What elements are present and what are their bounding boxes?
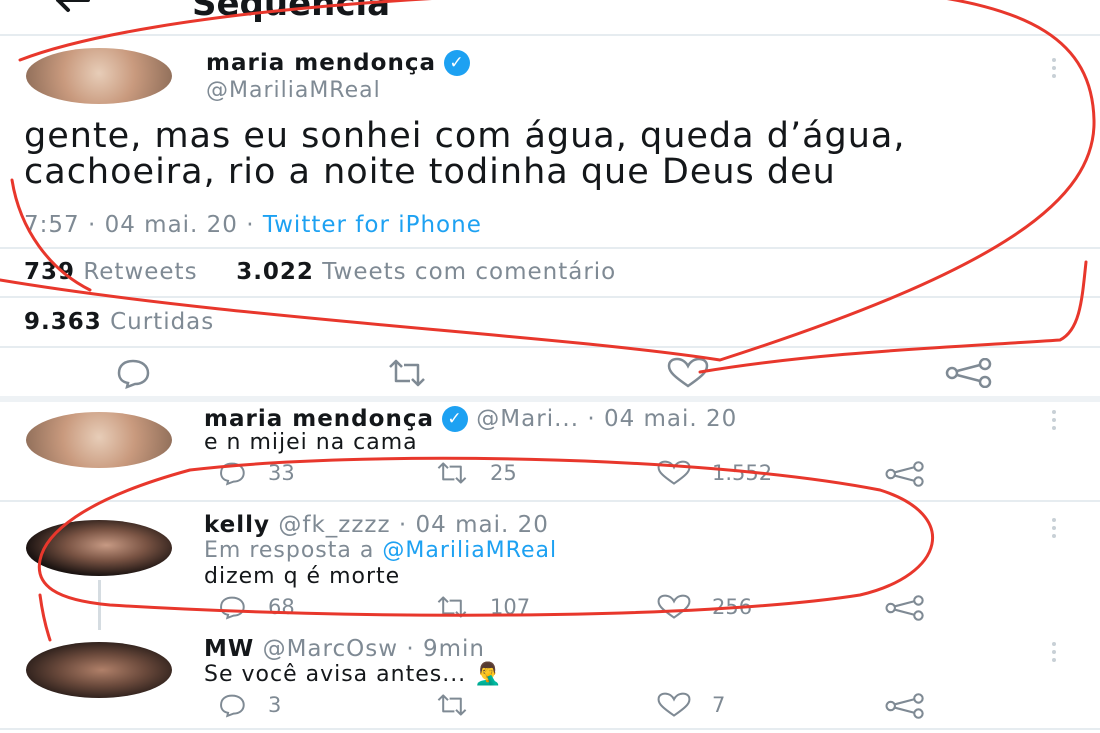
in-reply-to: Em resposta a @MariliaMReal (204, 538, 557, 563)
share-icon (945, 358, 992, 388)
like-count: 1.552 (712, 461, 773, 485)
tweet-meta: 7:57 · 04 mai. 20 · Twitter for iPhone (24, 212, 482, 238)
back-arrow-icon[interactable] (52, 0, 92, 14)
verified-icon: ✓ (443, 50, 470, 76)
like-button[interactable]: 1.552 (654, 460, 772, 486)
verified-icon: ✓ (441, 406, 468, 432)
tweet-stats: 739 Retweets 3.022 Tweets com comentário (24, 259, 616, 285)
avatar[interactable] (26, 520, 172, 576)
reply-date: · 04 mai. 20 (587, 406, 738, 432)
more-icon[interactable] (1052, 58, 1056, 82)
reply-icon (220, 694, 245, 718)
divider (0, 296, 1100, 298)
tweet-text: gente, mas eu sonhei com água, queda d’á… (24, 116, 906, 192)
reply-handle[interactable]: @fk_zzzz (278, 512, 390, 538)
in-reply-handle-link[interactable]: @MariliaMReal (382, 538, 557, 563)
reply-handle[interactable]: @Mari... (476, 406, 579, 432)
like-button[interactable] (664, 357, 712, 389)
likes-label: Curtidas (110, 309, 215, 335)
reply-date: · 04 mai. 20 (398, 512, 549, 538)
header-divider (0, 34, 1100, 36)
reply-icon (220, 596, 245, 620)
reply-display-name[interactable]: maria mendonça (204, 406, 434, 432)
divider (0, 247, 1100, 249)
share-icon (885, 461, 924, 487)
retweets-label[interactable]: Retweets (83, 259, 197, 285)
annotation-stroke-bottom (38, 593, 52, 642)
retweet-icon (437, 596, 467, 618)
divider (0, 346, 1100, 348)
reply-text: e n mijei na cama (204, 430, 418, 455)
reply-icon (220, 462, 245, 486)
thread-line (98, 580, 101, 630)
reply-count: 33 (268, 461, 295, 485)
like-icon (657, 594, 691, 619)
share-icon (885, 595, 924, 621)
reply-header: maria mendonça ✓ @Mari... · 04 mai. 20 (204, 406, 737, 432)
retweet-button[interactable] (432, 692, 490, 718)
likes-count: 9.363 (24, 309, 102, 335)
author-name[interactable]: maria mendonça ✓ (206, 50, 470, 76)
retweets-count[interactable]: 739 (24, 259, 75, 285)
like-icon (667, 357, 709, 388)
reply-count: 3 (268, 693, 282, 717)
reply-icon (117, 359, 150, 389)
like-icon (657, 692, 691, 717)
reply-button[interactable]: 33 (214, 460, 295, 486)
page-title: Sequência (192, 0, 391, 24)
reply-button[interactable]: 3 (214, 692, 281, 718)
divider (0, 500, 1100, 502)
reply-button[interactable] (110, 357, 156, 389)
in-reply-prefix: Em resposta a (204, 538, 375, 563)
reply-display-name[interactable]: kelly (204, 512, 270, 538)
reply-text: Se você avisa antes... (204, 662, 467, 687)
reply-handle[interactable]: @MarcOsw (263, 636, 398, 662)
like-count: 256 (712, 595, 753, 619)
like-count: 7 (712, 693, 726, 717)
likes-stats[interactable]: 9.363 Curtidas (24, 309, 214, 335)
author-handle[interactable]: @MariliaMReal (206, 78, 381, 103)
retweet-count: 25 (490, 461, 517, 485)
avatar[interactable] (26, 412, 172, 468)
share-button[interactable] (944, 358, 994, 388)
tweet-source-link[interactable]: Twitter for iPhone (263, 212, 482, 238)
tweet-time-date: 7:57 · 04 mai. 20 · (24, 212, 255, 238)
avatar[interactable] (26, 48, 172, 104)
reply-text: dizem q é morte (204, 564, 401, 589)
more-icon[interactable] (1052, 642, 1056, 666)
like-icon (657, 460, 691, 485)
retweet-count: 107 (490, 595, 531, 619)
reply-text-line: Se você avisa antes... 🤦‍♂️ (204, 662, 503, 687)
reply-button[interactable]: 68 (214, 594, 295, 620)
reply-count: 68 (268, 595, 295, 619)
retweet-button[interactable]: 107 (432, 594, 530, 620)
retweet-button[interactable]: 25 (432, 460, 517, 486)
divider (0, 396, 1100, 402)
retweet-icon (389, 359, 425, 387)
author-display-name: maria mendonça (206, 50, 436, 76)
share-button[interactable] (884, 595, 926, 621)
retweet-icon (437, 694, 467, 716)
reply-header: MW @MarcOsw · 9min (204, 636, 485, 662)
annotation-line-like (698, 260, 1088, 374)
share-button[interactable] (884, 461, 926, 487)
more-icon[interactable] (1052, 518, 1056, 542)
quotes-count[interactable]: 3.022 (236, 259, 314, 285)
red-annotation-overlay (0, 0, 1096, 642)
reply-header: kelly @fk_zzzz · 04 mai. 20 (204, 512, 549, 538)
avatar[interactable] (26, 642, 172, 698)
quotes-label[interactable]: Tweets com comentário (322, 259, 616, 285)
share-button[interactable] (884, 693, 926, 719)
retweet-button[interactable] (382, 357, 432, 389)
retweet-icon (437, 462, 467, 484)
facepalm-emoji: 🤦‍♂️ (474, 662, 503, 687)
reply-date: · 9min (406, 636, 485, 662)
like-button[interactable]: 7 (654, 692, 725, 718)
share-icon (885, 693, 924, 719)
divider (0, 728, 1100, 730)
reply-display-name[interactable]: MW (204, 636, 254, 662)
like-button[interactable]: 256 (654, 594, 752, 620)
more-icon[interactable] (1052, 410, 1056, 434)
